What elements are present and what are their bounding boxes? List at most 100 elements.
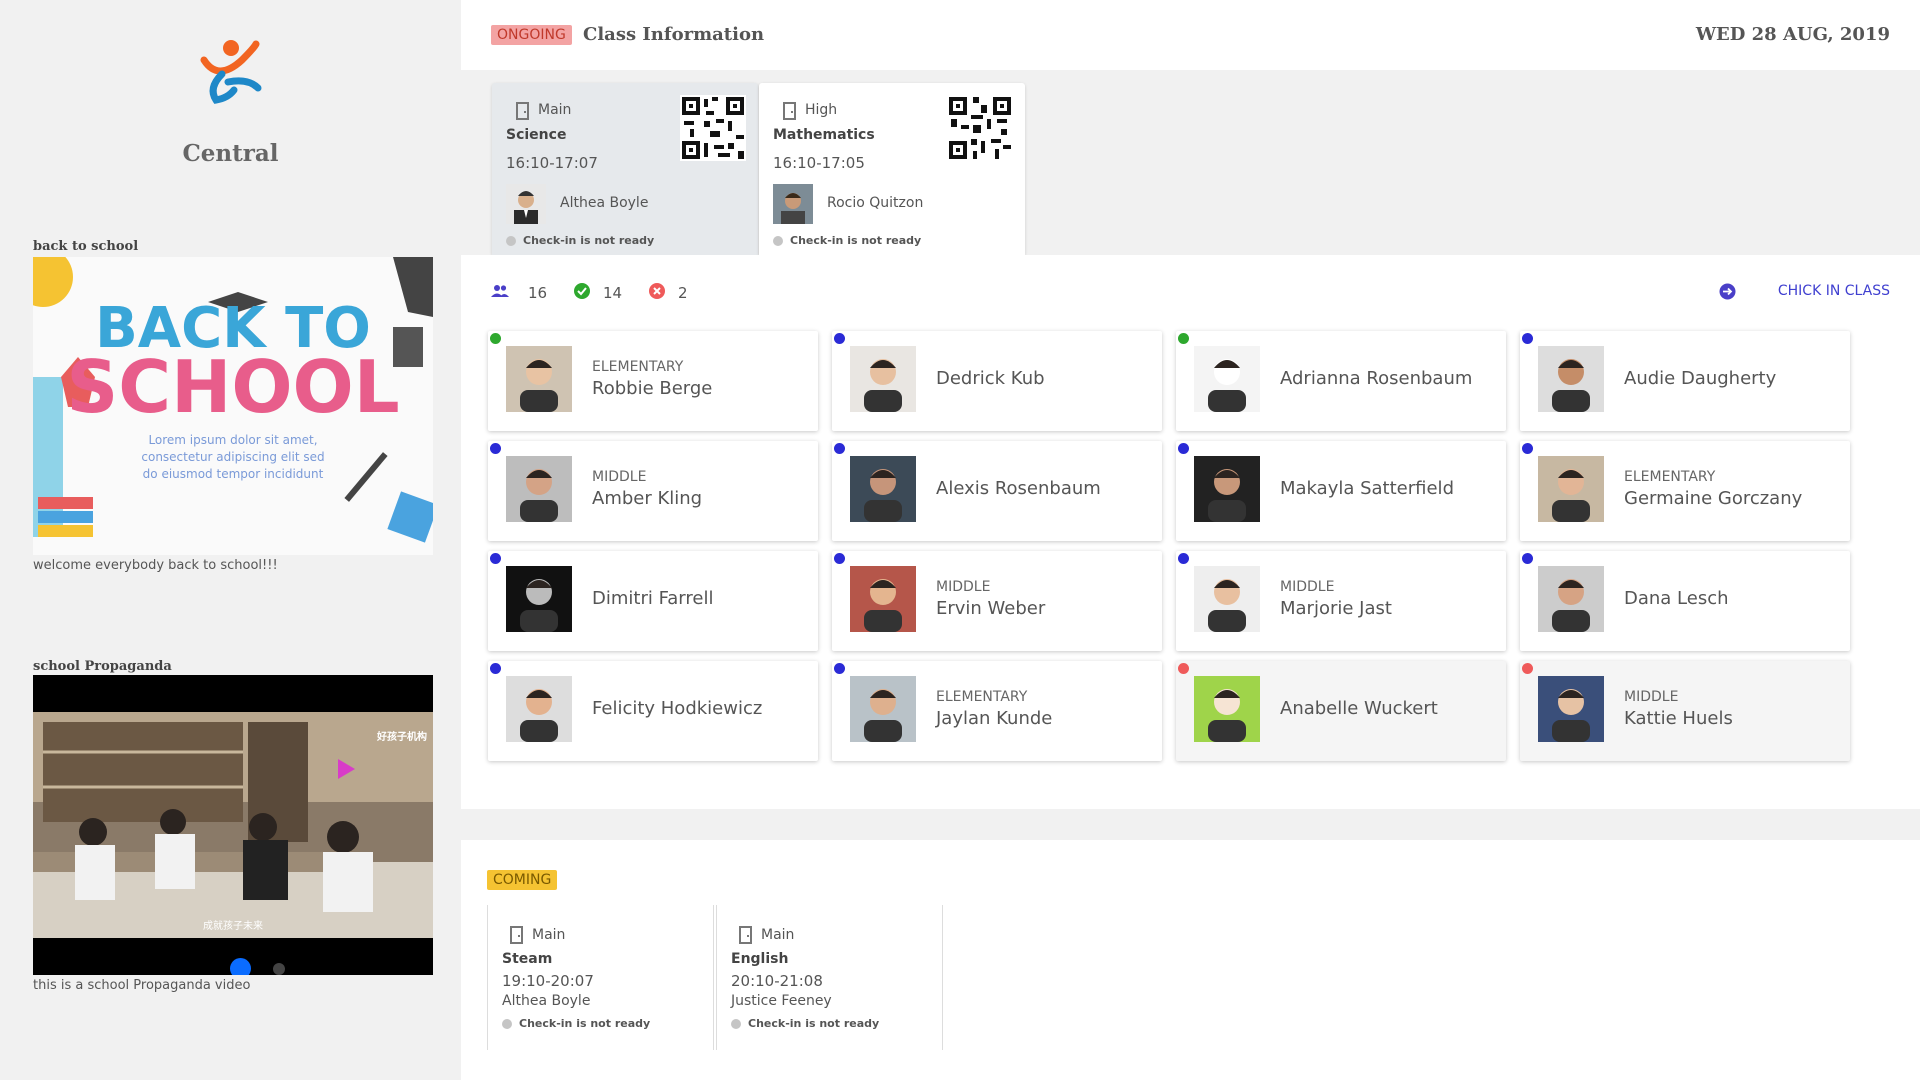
student-level: ELEMENTARY xyxy=(1624,469,1716,485)
checked-mark-icon xyxy=(834,553,845,564)
class-subject: Science xyxy=(506,127,567,143)
teacher-avatar xyxy=(506,184,546,224)
student-name: Adrianna Rosenbaum xyxy=(1280,368,1473,389)
student-avatar xyxy=(850,346,916,412)
student-avatar xyxy=(506,566,572,632)
student-card[interactable]: ELEMENTARY Germaine Gorczany xyxy=(1520,441,1850,541)
student-name: Makayla Satterfield xyxy=(1280,478,1454,499)
poster-headline-line2: SCHOOL xyxy=(66,345,399,429)
student-avatar xyxy=(1194,676,1260,742)
checked-mark-icon xyxy=(490,333,501,344)
poster-body-text: Lorem ipsum dolor sit amet, consectetur … xyxy=(141,433,325,481)
class-subject: Steam xyxy=(502,951,553,967)
present-count: 14 xyxy=(603,284,623,302)
door-icon xyxy=(739,926,752,944)
door-icon xyxy=(516,102,529,120)
coming-badge: COMING xyxy=(487,870,558,890)
checkin-status-dot xyxy=(731,1019,741,1029)
video-progress-handle[interactable] xyxy=(230,958,251,975)
poster-panel-title: back to school xyxy=(33,239,139,254)
student-name: Ervin Weber xyxy=(936,598,1046,619)
class-time: 16:10-17:05 xyxy=(773,154,865,172)
video-volume-handle[interactable] xyxy=(273,963,285,975)
class-info-header: ONGOING Class Information WED 28 AUG, 20… xyxy=(461,0,1920,70)
student-avatar xyxy=(1194,456,1260,522)
student-card[interactable]: ELEMENTARY Jaylan Kunde xyxy=(832,661,1162,761)
student-card[interactable]: ELEMENTARY Robbie Berge xyxy=(488,331,818,431)
teacher-avatar xyxy=(773,184,813,224)
student-name: Kattie Huels xyxy=(1624,708,1733,729)
student-card[interactable]: MIDDLE Marjorie Jast xyxy=(1176,551,1506,651)
video-subtitle: 成就孩子未来 xyxy=(203,921,263,932)
back-to-school-poster[interactable]: BACK TO SCHOOL Lorem ipsum dolor sit ame… xyxy=(33,257,433,555)
page-title: Class Information xyxy=(583,24,765,45)
teacher-name: Althea Boyle xyxy=(502,993,591,1009)
checkin-status: Check-in is not ready xyxy=(523,234,655,247)
student-level: MIDDLE xyxy=(592,469,647,485)
student-level: ELEMENTARY xyxy=(936,689,1028,705)
class-time: 16:10-17:07 xyxy=(506,154,598,172)
arrow-circle-icon[interactable] xyxy=(1719,283,1736,300)
student-avatar xyxy=(1538,676,1604,742)
checked-mark-icon xyxy=(834,443,845,454)
class-tab-mathematics[interactable]: High Mathematics 16:10-17:05 Rocio Quitz… xyxy=(759,83,1025,255)
x-circle-icon xyxy=(649,283,665,299)
student-avatar xyxy=(1538,346,1604,412)
propaganda-video-player[interactable]: 好孩子机构 成就孩子未来 xyxy=(33,675,433,975)
checked-mark-icon xyxy=(1178,553,1189,564)
checked-mark-icon xyxy=(1522,443,1533,454)
student-name: Audie Daugherty xyxy=(1624,368,1777,389)
student-avatar xyxy=(1538,566,1604,632)
checked-mark-icon xyxy=(1178,333,1189,344)
student-name: Anabelle Wuckert xyxy=(1280,698,1438,719)
student-avatar xyxy=(506,676,572,742)
student-card[interactable]: Makayla Satterfield xyxy=(1176,441,1506,541)
student-card[interactable]: Anabelle Wuckert xyxy=(1176,661,1506,761)
student-avatar xyxy=(850,456,916,522)
checked-mark-icon xyxy=(490,663,501,674)
total-count: 16 xyxy=(528,284,548,302)
student-card[interactable]: Adrianna Rosenbaum xyxy=(1176,331,1506,431)
student-name: Robbie Berge xyxy=(592,378,713,399)
class-tab-science[interactable]: Main Science 16:10-17:07 Althea Boyle Ch… xyxy=(492,83,758,255)
checked-mark-icon xyxy=(1178,443,1189,454)
student-avatar xyxy=(850,676,916,742)
class-room: Main xyxy=(532,927,566,943)
coming-class-steam[interactable]: Main Steam 19:10-20:07 Althea Boyle Chec… xyxy=(487,905,714,1050)
student-card[interactable]: MIDDLE Amber Kling xyxy=(488,441,818,541)
school-logo-icon xyxy=(200,40,262,104)
door-icon xyxy=(783,102,796,120)
student-level: MIDDLE xyxy=(1624,689,1679,705)
qr-code-icon xyxy=(947,95,1013,161)
student-avatar xyxy=(506,456,572,522)
student-card[interactable]: MIDDLE Kattie Huels xyxy=(1520,661,1850,761)
people-icon xyxy=(491,285,509,297)
student-card[interactable]: Dimitri Farrell xyxy=(488,551,818,651)
student-level: ELEMENTARY xyxy=(592,359,684,375)
student-name: Amber Kling xyxy=(592,488,703,509)
student-card[interactable]: Alexis Rosenbaum xyxy=(832,441,1162,541)
student-card[interactable]: Dedrick Kub xyxy=(832,331,1162,431)
student-card[interactable]: Felicity Hodkiewicz xyxy=(488,661,818,761)
video-panel-title: school Propaganda xyxy=(33,659,172,674)
video-brand-watermark: 好孩子机构 xyxy=(377,732,427,743)
coming-class-english[interactable]: Main English 20:10-21:08 Justice Feeney … xyxy=(716,905,943,1050)
student-avatar xyxy=(1538,456,1604,522)
checkin-status: Check-in is not ready xyxy=(748,1017,880,1030)
checkin-class-button[interactable]: CHICK IN CLASS xyxy=(1778,283,1890,299)
class-time: 20:10-21:08 xyxy=(731,972,823,990)
checkin-status-dot xyxy=(506,236,516,246)
absent-mark-icon xyxy=(1178,663,1189,674)
student-card[interactable]: MIDDLE Ervin Weber xyxy=(832,551,1162,651)
video-frame xyxy=(33,712,433,938)
checkin-status: Check-in is not ready xyxy=(519,1017,651,1030)
teacher-name: Justice Feeney xyxy=(731,993,832,1009)
student-avatar xyxy=(1194,346,1260,412)
coming-classes-panel: COMING Main Steam 19:10-20:07 Althea Boy… xyxy=(461,840,1920,1080)
school-name: Central xyxy=(182,140,279,167)
absent-mark-icon xyxy=(1522,663,1533,674)
student-avatar xyxy=(850,566,916,632)
video-caption: this is a school Propaganda video xyxy=(33,978,251,993)
student-card[interactable]: Dana Lesch xyxy=(1520,551,1850,651)
student-card[interactable]: Audie Daugherty xyxy=(1520,331,1850,431)
